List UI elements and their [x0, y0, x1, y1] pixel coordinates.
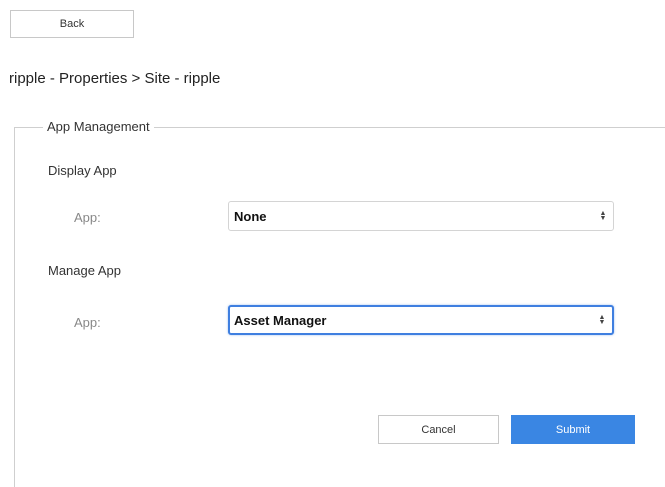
display-app-title: Display App — [48, 163, 117, 178]
cancel-button-label: Cancel — [421, 423, 456, 436]
select-arrows-icon: ▲ ▼ — [599, 210, 607, 222]
breadcrumb: ripple - Properties > Site - ripple — [9, 70, 221, 87]
app-management-legend: App Management — [43, 119, 154, 134]
display-app-selected-value: None — [234, 208, 267, 224]
manage-app-selected-value: Asset Manager — [234, 312, 327, 328]
manage-app-select[interactable]: Asset Manager ▲ ▼ — [228, 305, 614, 335]
back-button-label: Back — [59, 18, 85, 30]
manage-app-title: Manage App — [48, 263, 122, 278]
back-button[interactable]: Back — [10, 10, 134, 38]
submit-button[interactable]: Submit — [511, 415, 635, 444]
manage-app-field-label: App: — [74, 315, 101, 330]
select-arrows-icon: ▲ ▼ — [598, 314, 606, 326]
cancel-button[interactable]: Cancel — [378, 415, 499, 444]
submit-button-label: Submit — [555, 423, 591, 436]
display-app-select[interactable]: None ▲ ▼ — [228, 201, 614, 231]
display-app-field-label: App: — [74, 210, 101, 225]
